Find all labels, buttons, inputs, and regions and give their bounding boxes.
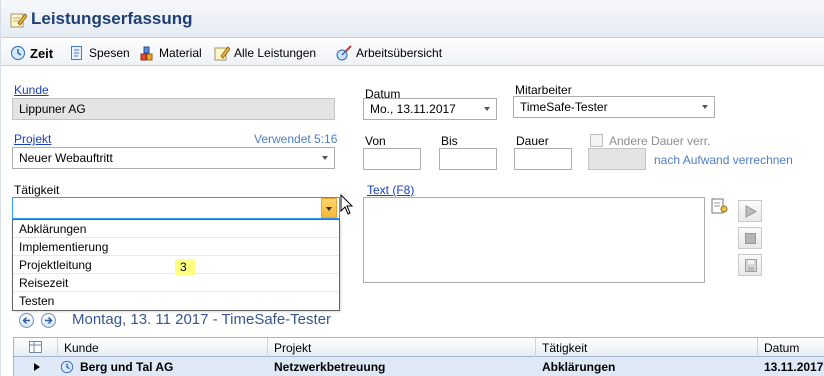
list-item[interactable]: Reisezeit [13, 274, 339, 292]
andere-dauer-label: Andere Dauer verr. [609, 134, 711, 148]
next-day-button[interactable] [41, 313, 56, 328]
window-title: Leistungserfassung [31, 9, 193, 28]
play-icon [745, 205, 757, 218]
tab-zeit[interactable]: Zeit [10, 42, 53, 64]
taetigkeit-label: Tätigkeit [14, 183, 60, 197]
leistungen-grid: Kunde Projekt Tätigkeit Datum Berg und T… [13, 337, 824, 376]
stop-button[interactable] [738, 227, 762, 249]
prev-day-button[interactable] [19, 313, 34, 328]
projekt-hint: Verwendet 5:16 [254, 132, 338, 146]
overview-icon [336, 45, 352, 61]
tab-arbeitsuebersicht-label: Arbeitsübersicht [356, 46, 443, 60]
save-button[interactable] [738, 254, 762, 276]
start-button[interactable] [738, 200, 762, 222]
row-indicator-icon [34, 363, 40, 371]
von-label: Von [365, 134, 386, 148]
dauer-label: Dauer [516, 134, 549, 148]
leistungserfassung-window: Leistungserfassung Zeit Spesen Material … [0, 0, 824, 376]
text-f8-link[interactable]: Text (F8) [367, 183, 414, 197]
column-header-datum[interactable]: Datum [758, 338, 824, 357]
column-header-projekt[interactable]: Projekt [268, 338, 536, 357]
tab-spesen[interactable]: Spesen [69, 42, 130, 64]
cell-kunde: Berg und Tal AG [80, 360, 174, 374]
edit-text-icon[interactable] [711, 197, 729, 215]
andere-dauer-input[interactable] [588, 148, 646, 170]
column-header-kunde[interactable]: Kunde [58, 338, 268, 357]
projekt-select[interactable]: Neuer Webauftritt [12, 147, 335, 169]
column-chooser-button[interactable] [14, 338, 58, 357]
pencil-icon [214, 46, 230, 61]
taetigkeit-dropdown-button[interactable] [321, 198, 337, 218]
mitarbeiter-value: TimeSafe-Tester [520, 100, 608, 114]
tab-zeit-label: Zeit [30, 45, 54, 61]
grid-header: Kunde Projekt Tätigkeit Datum [14, 338, 824, 357]
column-chooser-icon [29, 341, 42, 353]
tab-spesen-label: Spesen [89, 46, 130, 60]
clock-icon [11, 46, 25, 60]
material-icon [140, 46, 153, 61]
mitarbeiter-label: Mitarbeiter [515, 83, 572, 97]
arrow-left-icon [22, 316, 30, 325]
tab-material-label: Material [159, 46, 202, 60]
clock-icon [60, 360, 74, 374]
cell-projekt: Netzwerkbetreuung [274, 360, 386, 374]
mouse-cursor-icon [340, 194, 354, 215]
arrow-right-icon [45, 316, 53, 325]
list-item[interactable]: Abklärungen [13, 220, 339, 238]
mitarbeiter-select[interactable]: TimeSafe-Tester [513, 96, 715, 118]
list-item[interactable]: Implementierung [13, 238, 339, 256]
receipt-icon [71, 46, 82, 60]
title-bar: Leistungserfassung [1, 0, 824, 38]
cell-datum: 13.11.2017 [764, 360, 824, 374]
tab-material[interactable]: Material [139, 42, 202, 64]
chevron-down-icon [484, 107, 490, 111]
day-title: Montag, 13. 11 2017 - TimeSafe-Tester [72, 311, 332, 328]
taetigkeit-input[interactable] [12, 197, 340, 219]
table-row[interactable]: Berg und Tal AG Netzwerkbetreuung Abklär… [14, 357, 824, 376]
bis-input[interactable] [439, 148, 497, 170]
tab-alle-leistungen[interactable]: Alle Leistungen [214, 42, 316, 64]
cell-taetigkeit: Abklärungen [542, 360, 616, 374]
nach-aufwand-label: nach Aufwand verrechnen [654, 153, 793, 167]
andere-dauer-checkbox[interactable] [590, 134, 603, 147]
text-area[interactable] [363, 197, 705, 283]
datum-value: Mo., 13.11.2017 [370, 102, 456, 116]
column-header-taetigkeit[interactable]: Tätigkeit [536, 338, 758, 357]
projekt-value: Neuer Webauftritt [19, 151, 113, 165]
tab-arbeitsuebersicht[interactable]: Arbeitsübersicht [336, 42, 442, 64]
chevron-down-icon [702, 105, 708, 109]
chevron-down-icon [322, 156, 328, 160]
kunde-link[interactable]: Kunde [14, 83, 49, 97]
datum-select[interactable]: Mo., 13.11.2017 [363, 98, 497, 120]
kunde-field[interactable]: Lippuner AG [12, 98, 335, 120]
pencil-note-icon [10, 13, 27, 28]
stop-icon [745, 233, 756, 244]
count-badge: 3 [175, 259, 195, 275]
tab-alle-leistungen-label: Alle Leistungen [234, 46, 317, 60]
save-icon [745, 259, 757, 272]
von-input[interactable] [363, 148, 421, 170]
tab-bar: Zeit Spesen Material Alle Leistungen Arb… [1, 38, 824, 66]
bis-label: Bis [441, 134, 458, 148]
dauer-input[interactable] [514, 148, 572, 170]
projekt-link[interactable]: Projekt [14, 132, 51, 146]
list-item[interactable]: Testen [13, 292, 339, 310]
